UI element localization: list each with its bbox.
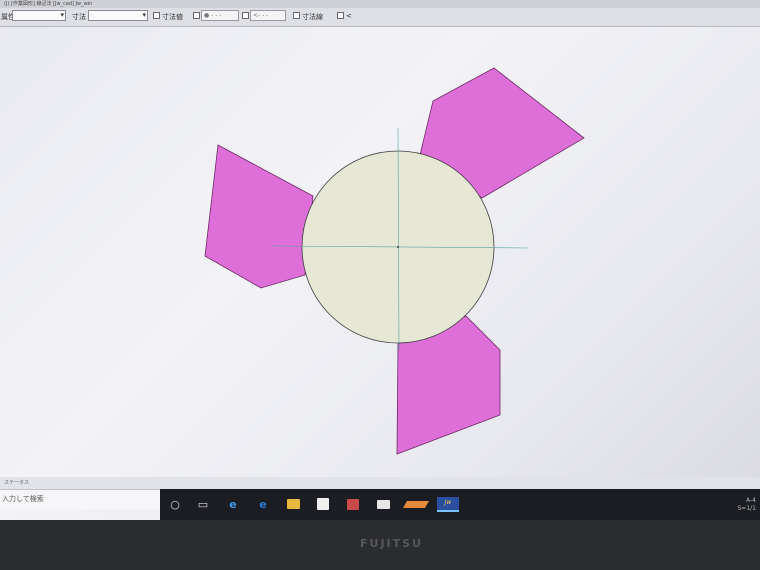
drawing-canvas[interactable] (0, 27, 760, 477)
windows-taskbar: ○ ▭ e e Jw A-4 S=1/1 (160, 489, 760, 520)
folder-icon[interactable] (286, 497, 300, 511)
search-placeholder: 入力して検索 (2, 495, 44, 503)
arrow-icon: <- - - (253, 12, 269, 19)
toolbar: 属性 ▾ 寸法 ▾ 寸法値 ● - - - <- - - 寸法線 < (0, 8, 760, 27)
dim-line-checkbox[interactable] (293, 12, 300, 19)
app-icon[interactable] (402, 497, 430, 511)
point-checkbox[interactable] (193, 12, 200, 19)
layer-select[interactable]: ▾ (12, 10, 66, 21)
system-tray[interactable]: A-4 S=1/1 (738, 497, 757, 513)
monitor-screen: (J) [作業図形] 線記法 [Jw_cad] Jw_win 属性 ▾ 寸法 ▾… (0, 0, 760, 520)
angle-label: < (346, 12, 352, 20)
drawing-svg (204, 67, 585, 455)
edge-icon[interactable]: e (226, 497, 240, 511)
mail-icon[interactable] (376, 497, 390, 511)
dimension-label: 寸法 (72, 13, 86, 21)
status-text: ステータス (4, 480, 30, 486)
title-bar: (J) [作業図形] 線記法 [Jw_cad] Jw_win (0, 0, 760, 8)
chevron-down-icon: ▾ (60, 11, 64, 19)
angle-checkbox[interactable] (337, 12, 344, 19)
cortana-icon[interactable]: ○ (168, 497, 182, 511)
dim-value-checkbox[interactable] (153, 12, 160, 19)
chevron-down-icon: ▾ (142, 11, 146, 19)
task-view-icon[interactable]: ▭ (196, 497, 210, 511)
status-bar: ステータス (0, 477, 760, 489)
jwcad-icon[interactable]: Jw (436, 496, 460, 512)
arrow-checkbox[interactable] (242, 12, 249, 19)
media-icon[interactable] (346, 497, 360, 511)
dimension-select[interactable]: ▾ (88, 10, 148, 21)
dim-value-label: 寸法値 (162, 13, 183, 21)
store-icon[interactable] (316, 497, 330, 511)
dim-line-label: 寸法線 (302, 13, 323, 21)
center-point (397, 246, 399, 248)
monitor-brand-logo: FUJITSU (360, 537, 423, 550)
window-title: (J) [作業図形] 線記法 [Jw_cad] Jw_win (4, 1, 93, 7)
tray-scale: A-4 (746, 497, 756, 504)
arrow-style-box[interactable]: <- - - (250, 10, 286, 21)
point-icon: ● - - - (204, 12, 222, 19)
ie-icon[interactable]: e (256, 497, 270, 511)
tray-ratio: S=1/1 (737, 505, 757, 512)
taskbar-search-input[interactable]: 入力して検索 (0, 489, 160, 509)
point-style-box[interactable]: ● - - - (201, 10, 239, 21)
blade-left[interactable] (204, 144, 314, 289)
